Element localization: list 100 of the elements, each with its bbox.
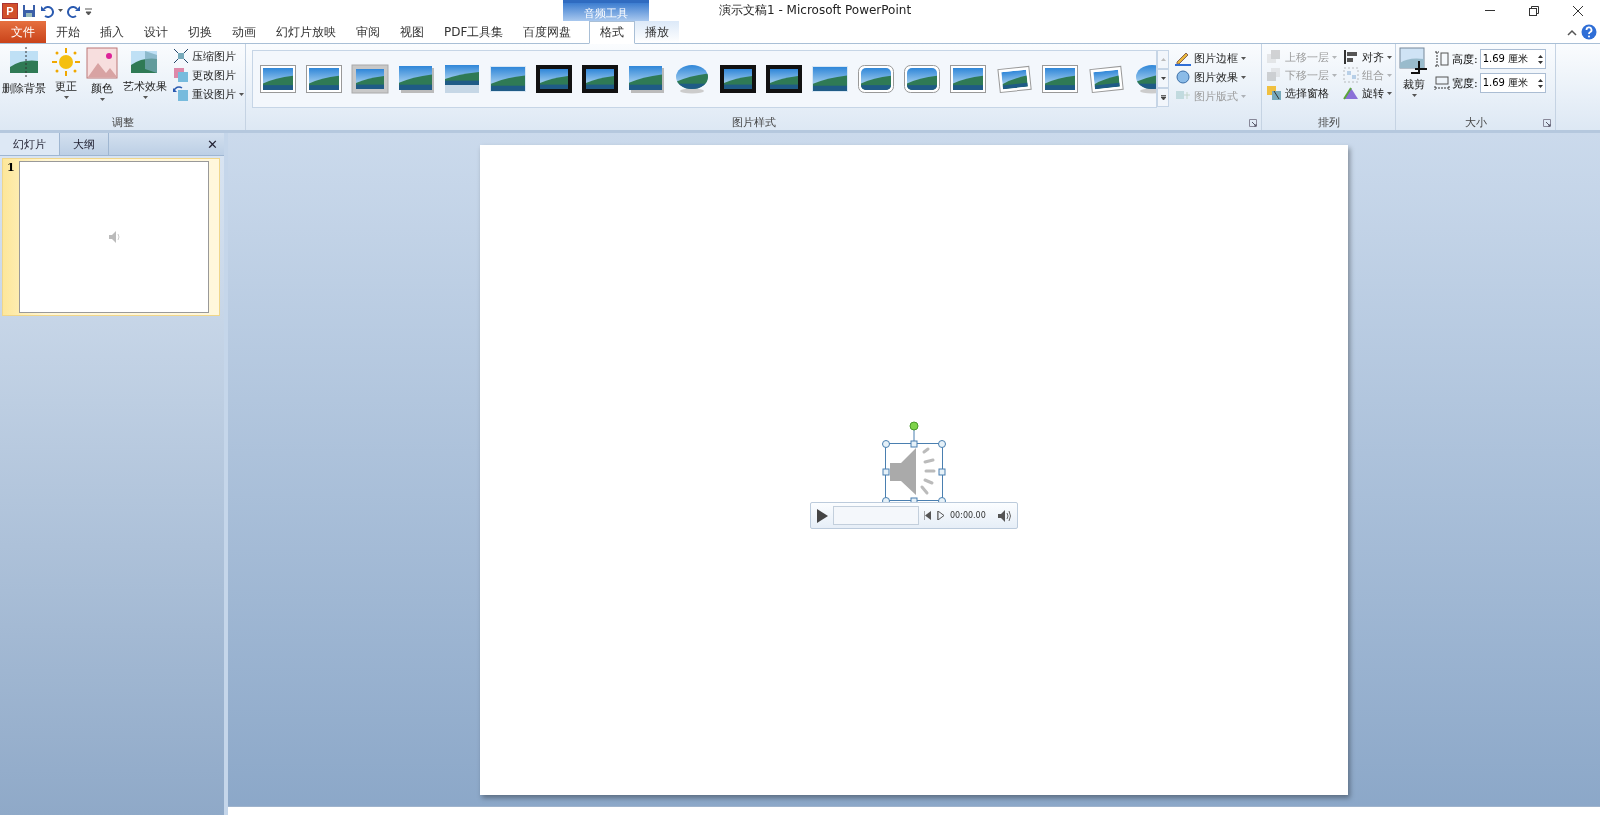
speaker-icon (107, 230, 120, 244)
ribbon-tab[interactable]: 播放 (635, 21, 680, 43)
close-icon (1573, 5, 1583, 16)
picture-style-option[interactable] (443, 64, 481, 94)
caret-icon (58, 9, 63, 12)
sun-icon (51, 47, 81, 77)
ribbon-tab[interactable]: 插入 (90, 21, 134, 43)
picture-style-option[interactable] (995, 64, 1033, 94)
landscape-thumbnail-icon (903, 64, 941, 94)
landscape-thumbnail-icon (811, 64, 849, 94)
scroll-down-button[interactable] (1157, 69, 1169, 88)
picture-style-option[interactable] (1087, 64, 1125, 94)
ribbon-tab[interactable]: 审阅 (346, 21, 390, 43)
ribbon-tab[interactable]: 开始 (46, 21, 90, 43)
ribbon-button[interactable]: 更正 (50, 47, 82, 114)
ribbon-tab[interactable]: 切换 (178, 21, 222, 43)
landscape-thumbnail-icon (305, 64, 343, 94)
landscape-thumbnail-icon (259, 64, 297, 94)
ribbon-button[interactable]: 选择窗格 (1264, 84, 1339, 102)
pane-tab[interactable]: 大纲 (60, 133, 109, 155)
ribbon-button[interactable]: 图片边框 (1173, 49, 1248, 67)
dialog-launcher-icon (1543, 119, 1551, 127)
help-icon (1581, 24, 1597, 40)
picture-style-option[interactable] (397, 64, 435, 94)
more-styles-button[interactable] (1157, 88, 1169, 107)
ribbon-tab[interactable]: 格式 (589, 21, 636, 44)
minimize-icon (1485, 10, 1495, 11)
landscape-thumbnail-icon (1087, 64, 1125, 94)
landscape-thumbnail-icon (443, 64, 481, 94)
ribbon-button[interactable]: 重设图片 (171, 85, 246, 103)
ribbon-tab[interactable]: 视图 (390, 21, 434, 43)
picture-style-option[interactable] (903, 64, 941, 94)
collapse-ribbon-icon (1567, 27, 1577, 37)
height-icon (1434, 51, 1450, 67)
color-picture-icon (86, 47, 118, 79)
ribbon-tab[interactable]: 设计 (134, 21, 178, 43)
send-backward-icon (1266, 67, 1282, 83)
ribbon-button[interactable]: 删除背景 (1, 47, 47, 114)
play-icon (817, 508, 828, 523)
app-logo: P (2, 2, 18, 19)
caret-icon (1241, 56, 1246, 60)
landscape-thumbnail-icon (719, 64, 757, 94)
picture-style-option[interactable] (857, 64, 895, 94)
ribbon-button[interactable]: 压缩图片 (171, 47, 246, 65)
ribbon-button[interactable]: 图片效果 (1173, 68, 1248, 86)
ribbon-tab[interactable]: PDF工具集 (434, 21, 514, 43)
rewind-button[interactable] (924, 511, 932, 520)
group-icon (1343, 67, 1359, 83)
group-label: 排列 (1316, 114, 1341, 130)
time-display: 00:00.00 (950, 511, 986, 520)
align-left-icon (1343, 49, 1359, 65)
picture-style-option[interactable] (259, 64, 297, 94)
ribbon-button[interactable]: 颜色 (85, 47, 119, 114)
size-spin-field[interactable]: 1.69 厘米 (1479, 73, 1546, 93)
ribbon-button[interactable]: 对齐 (1341, 48, 1394, 66)
pencil-border-icon (1175, 50, 1191, 66)
ribbon-button[interactable]: 艺术效果 (122, 47, 168, 114)
picture-style-option[interactable] (489, 64, 527, 94)
landscape-thumbnail-icon (535, 64, 573, 94)
caret-icon (1411, 94, 1417, 97)
file-tab[interactable]: 文件 (0, 21, 46, 43)
bring-forward-icon (1266, 49, 1282, 65)
picture-style-option[interactable] (535, 64, 573, 94)
pane-tab[interactable]: 幻灯片 (0, 133, 60, 155)
forward-button[interactable] (937, 511, 945, 520)
spin-arrows-icon (1537, 78, 1543, 88)
field-label: 高度: (1452, 51, 1478, 67)
size-spin-field[interactable]: 1.69 厘米 (1479, 49, 1546, 69)
ribbon-tab[interactable]: 百度网盘 (513, 21, 582, 43)
landscape-thumbnail-icon (397, 64, 435, 94)
caret-icon (1241, 75, 1246, 79)
landscape-thumbnail-icon (581, 64, 619, 94)
compress-icon (173, 48, 189, 64)
landscape-thumbnail-icon (765, 64, 803, 94)
slide-thumbnail[interactable]: 1 (2, 158, 220, 316)
landscape-thumbnail-icon (949, 64, 987, 94)
rotate-triangle-icon (1343, 85, 1359, 101)
crop-icon (1399, 47, 1429, 75)
undo-icon (40, 3, 54, 18)
group-label: 图片样式 (731, 114, 776, 130)
picture-style-option[interactable] (949, 64, 987, 94)
picture-style-option[interactable] (627, 64, 665, 94)
ribbon-button[interactable]: 更改图片 (171, 66, 246, 84)
ribbon-tab[interactable]: 幻灯片放映 (266, 21, 346, 43)
picture-style-option[interactable] (811, 64, 849, 94)
picture-style-option[interactable] (305, 64, 343, 94)
picture-style-option[interactable] (765, 64, 803, 94)
progress-track[interactable] (833, 506, 919, 525)
crop-button[interactable]: 裁剪 (1398, 47, 1430, 114)
play-button[interactable] (817, 508, 828, 523)
ribbon-button[interactable]: 旋转 (1341, 84, 1394, 102)
picture-style-option[interactable] (581, 64, 619, 94)
picture-style-option[interactable] (719, 64, 757, 94)
effect-sphere-icon (1175, 69, 1191, 85)
ribbon-tab[interactable]: 动画 (222, 21, 266, 43)
picture-style-option[interactable] (1041, 64, 1079, 94)
volume-button[interactable] (998, 509, 1011, 522)
close-pane-button[interactable]: ✕ (201, 133, 224, 155)
landscape-thumbnail-icon (1041, 64, 1079, 94)
landscape-thumbnail-icon (857, 64, 895, 94)
